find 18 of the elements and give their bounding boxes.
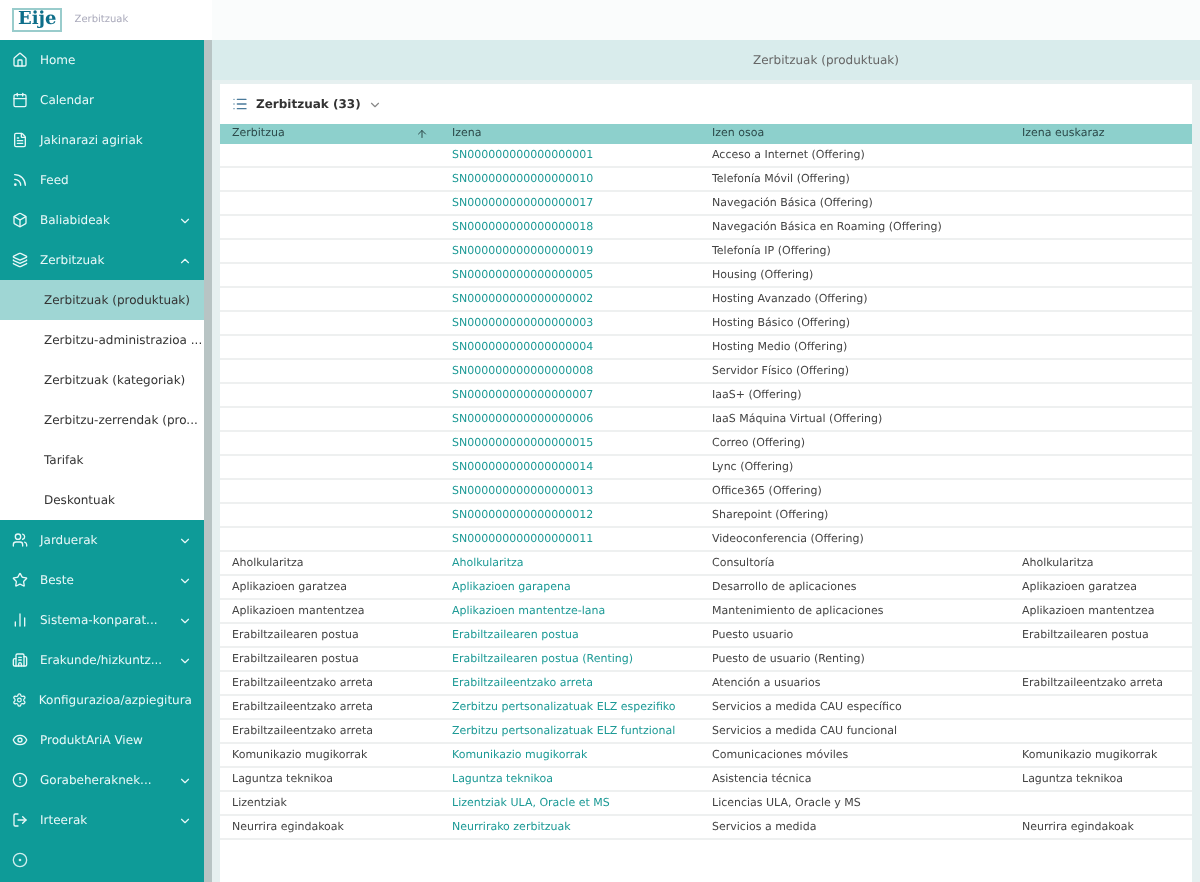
document-icon bbox=[12, 132, 28, 148]
people-icon bbox=[12, 532, 28, 548]
circle-icon[interactable] bbox=[12, 852, 28, 868]
exit-icon bbox=[12, 812, 28, 828]
logo: Eije bbox=[12, 8, 63, 32]
list-icon bbox=[232, 96, 248, 112]
layers-icon bbox=[12, 252, 28, 268]
calendar-icon bbox=[12, 92, 28, 108]
chart-icon bbox=[12, 612, 28, 628]
feed-icon bbox=[12, 172, 28, 188]
home-icon bbox=[12, 52, 28, 68]
settings-icon bbox=[12, 692, 27, 708]
alert-icon bbox=[12, 772, 28, 788]
chevron-down-icon bbox=[368, 97, 383, 111]
building-icon bbox=[12, 652, 28, 668]
star-icon bbox=[12, 572, 28, 588]
eye-icon bbox=[12, 732, 28, 748]
box-icon bbox=[12, 212, 28, 228]
